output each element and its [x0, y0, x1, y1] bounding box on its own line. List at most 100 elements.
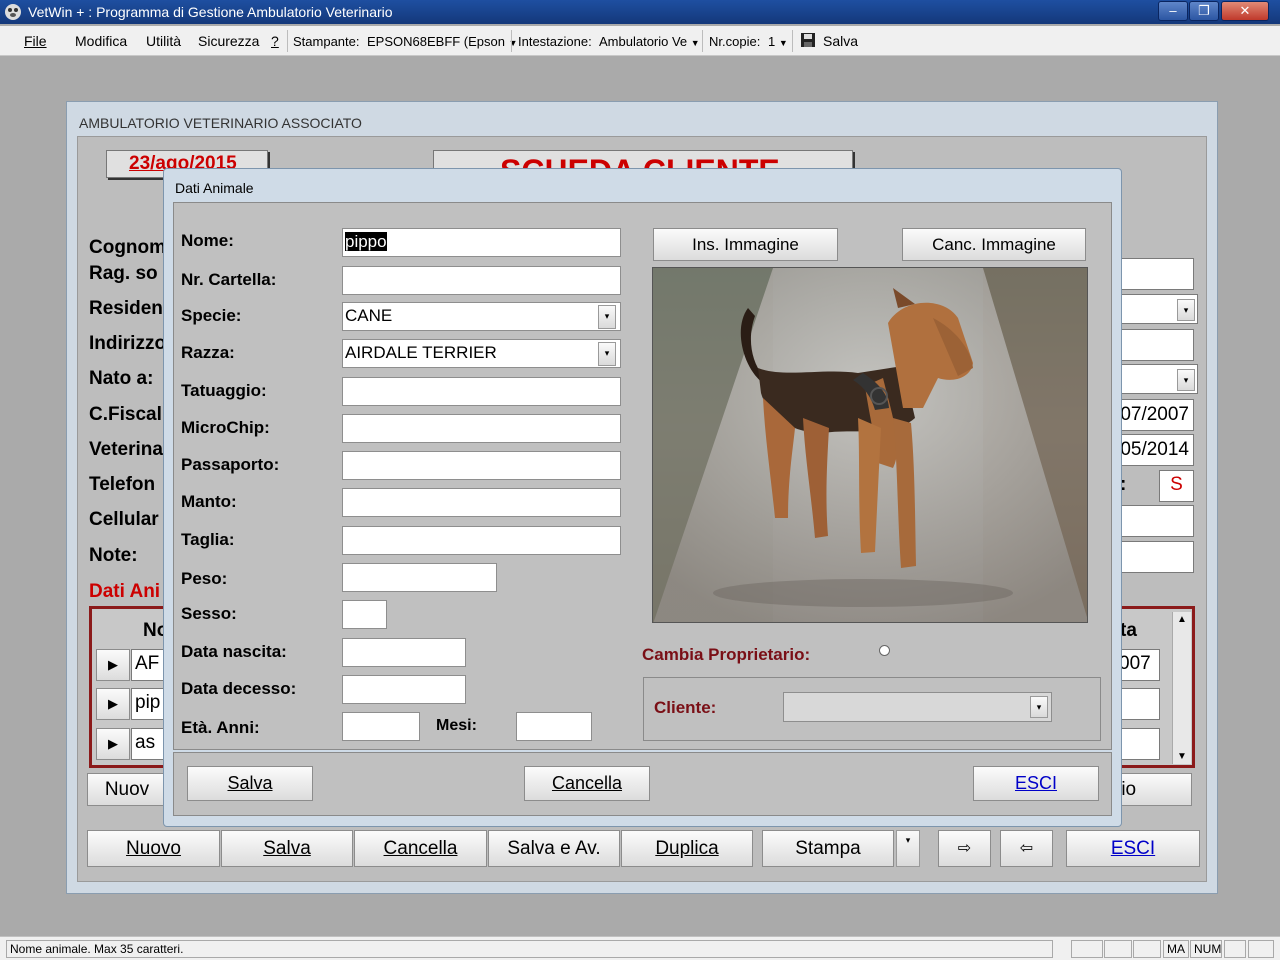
printer-label: Stampante:: [293, 34, 360, 49]
tatuaggio-input[interactable]: [342, 377, 621, 406]
field-residenza-right[interactable]: ▾: [1118, 294, 1198, 324]
specie-dropdown[interactable]: ▾: [598, 305, 616, 329]
label-ragso: Rag. so: [89, 263, 158, 284]
label-nome: Nome:: [181, 231, 234, 250]
duplica-button[interactable]: Duplica: [621, 830, 753, 867]
razza-dropdown[interactable]: ▾: [598, 342, 616, 366]
label-microchip: MicroChip:: [181, 418, 270, 437]
razza-select[interactable]: AIRDALE TERRIER: [342, 339, 621, 368]
esci-main-button[interactable]: ESCI: [1066, 830, 1200, 867]
field-cellulare-right[interactable]: [1118, 505, 1194, 537]
status-panel: [1071, 940, 1103, 958]
label-specie: Specie:: [181, 306, 242, 325]
table-row-right[interactable]: [1118, 688, 1160, 720]
menu-utilita[interactable]: Utilità: [146, 33, 181, 49]
nato-dropdown[interactable]: ▾: [1177, 369, 1195, 391]
table-row-right[interactable]: [1118, 728, 1160, 760]
label-note: Note:: [89, 545, 138, 566]
canc-immagine-button[interactable]: Canc. Immagine: [902, 228, 1086, 261]
taglia-input[interactable]: [342, 526, 621, 555]
label-veterinario: Veterina: [89, 439, 163, 460]
label-passaporto: Passaporto:: [181, 455, 280, 474]
save-disk-icon: [801, 33, 815, 47]
status-ma: MA: [1163, 940, 1189, 958]
minimize-button[interactable]: –: [1158, 1, 1188, 21]
status-panel: [1133, 940, 1161, 958]
mesi-input[interactable]: [516, 712, 592, 741]
specie-select[interactable]: CANE: [342, 302, 621, 331]
manto-input[interactable]: [342, 488, 621, 517]
app-icon: [4, 3, 22, 21]
label-telefono: Telefon: [89, 474, 156, 495]
nascita-input[interactable]: [342, 638, 466, 667]
cliente-label: Cliente:: [654, 698, 717, 717]
arrow-right-icon: ⇨: [957, 840, 972, 857]
printer-select[interactable]: EPSON68EBFF (Epson ▼: [367, 34, 518, 49]
field-indirizzo-right[interactable]: [1118, 329, 1194, 361]
arrow-left-icon: ⇦: [1019, 840, 1034, 857]
stampa-dropdown[interactable]: ▾: [896, 830, 920, 867]
table-row[interactable]: as: [131, 728, 165, 760]
row-selector[interactable]: ▶: [96, 688, 130, 720]
ins-immagine-button[interactable]: Ins. Immagine: [653, 228, 838, 261]
field-date2[interactable]: 05/2014: [1118, 434, 1194, 466]
decesso-input[interactable]: [342, 675, 466, 704]
label-cellulare: Cellular: [89, 509, 159, 530]
field-date1[interactable]: 07/2007: [1118, 399, 1194, 431]
header-select[interactable]: Ambulatorio Ve ▼: [599, 34, 700, 49]
salva-e-avanti-button[interactable]: Salva e Av.: [488, 830, 620, 867]
dialog-esci-button[interactable]: ESCI: [973, 766, 1099, 801]
close-button[interactable]: ✕: [1221, 1, 1269, 21]
dialog-cancella-button[interactable]: Cancella: [524, 766, 650, 801]
menu-modifica[interactable]: Modifica: [75, 33, 127, 49]
table-row[interactable]: AF: [131, 649, 165, 681]
stampa-button[interactable]: Stampa: [762, 830, 894, 867]
label-nascita: Data nascita:: [181, 642, 287, 661]
label-peso: Peso:: [181, 569, 228, 588]
field-cognome-right[interactable]: [1118, 258, 1194, 290]
copies-select[interactable]: 1 ▼: [768, 34, 788, 49]
maximize-button[interactable]: ❐: [1189, 1, 1219, 21]
menu-file[interactable]: File: [24, 33, 47, 49]
storico-button[interactable]: rio: [1110, 773, 1192, 806]
field-nato-right[interactable]: ▾: [1118, 364, 1198, 394]
label-razza: Razza:: [181, 343, 235, 362]
field-s[interactable]: S: [1159, 470, 1194, 502]
nuovo-animale-button[interactable]: Nuov: [87, 773, 167, 806]
cambia-proprietario-radio[interactable]: [879, 645, 890, 656]
label-mesi: Mesi:: [436, 717, 477, 734]
salva-button[interactable]: Salva: [221, 830, 353, 867]
status-num: NUM: [1190, 940, 1222, 958]
grid-scrollbar[interactable]: ▲ ▼: [1172, 612, 1191, 764]
passaporto-input[interactable]: [342, 451, 621, 480]
cancella-button[interactable]: Cancella: [354, 830, 487, 867]
field-note-right[interactable]: [1118, 541, 1194, 573]
microchip-input[interactable]: [342, 414, 621, 443]
cartella-input[interactable]: [342, 266, 621, 295]
menu-help[interactable]: ?: [271, 33, 279, 49]
row-selector[interactable]: ▶: [96, 649, 130, 681]
eta-anni-input[interactable]: [342, 712, 420, 741]
nuovo-button[interactable]: Nuovo: [87, 830, 220, 867]
peso-input[interactable]: [342, 563, 497, 592]
dialog-salva-button[interactable]: Salva: [187, 766, 313, 801]
label-eta: Età. Anni:: [181, 718, 260, 737]
export-arrow-button[interactable]: ⇨: [938, 830, 991, 867]
sesso-input[interactable]: [342, 600, 387, 629]
row-selector[interactable]: ▶: [96, 728, 130, 760]
animal-photo: [652, 267, 1088, 623]
status-message: Nome animale. Max 35 caratteri.: [6, 940, 1053, 958]
nome-input[interactable]: pippo: [342, 228, 621, 257]
toolbar-separator: [511, 30, 512, 52]
import-arrow-button[interactable]: ⇦: [1000, 830, 1053, 867]
cambia-proprietario-label: Cambia Proprietario:: [642, 645, 811, 664]
dialog-title: Dati Animale: [175, 180, 254, 196]
cliente-dropdown[interactable]: ▾: [1030, 696, 1048, 718]
table-row[interactable]: pip: [131, 688, 165, 720]
toolbar-save-button[interactable]: Salva: [823, 33, 858, 49]
menu-sicurezza[interactable]: Sicurezza: [198, 33, 259, 49]
table-row-right[interactable]: 007: [1118, 649, 1160, 681]
residenza-dropdown[interactable]: ▾: [1177, 299, 1195, 321]
cliente-select[interactable]: [783, 692, 1052, 722]
label-residenza: Residen: [89, 298, 163, 319]
